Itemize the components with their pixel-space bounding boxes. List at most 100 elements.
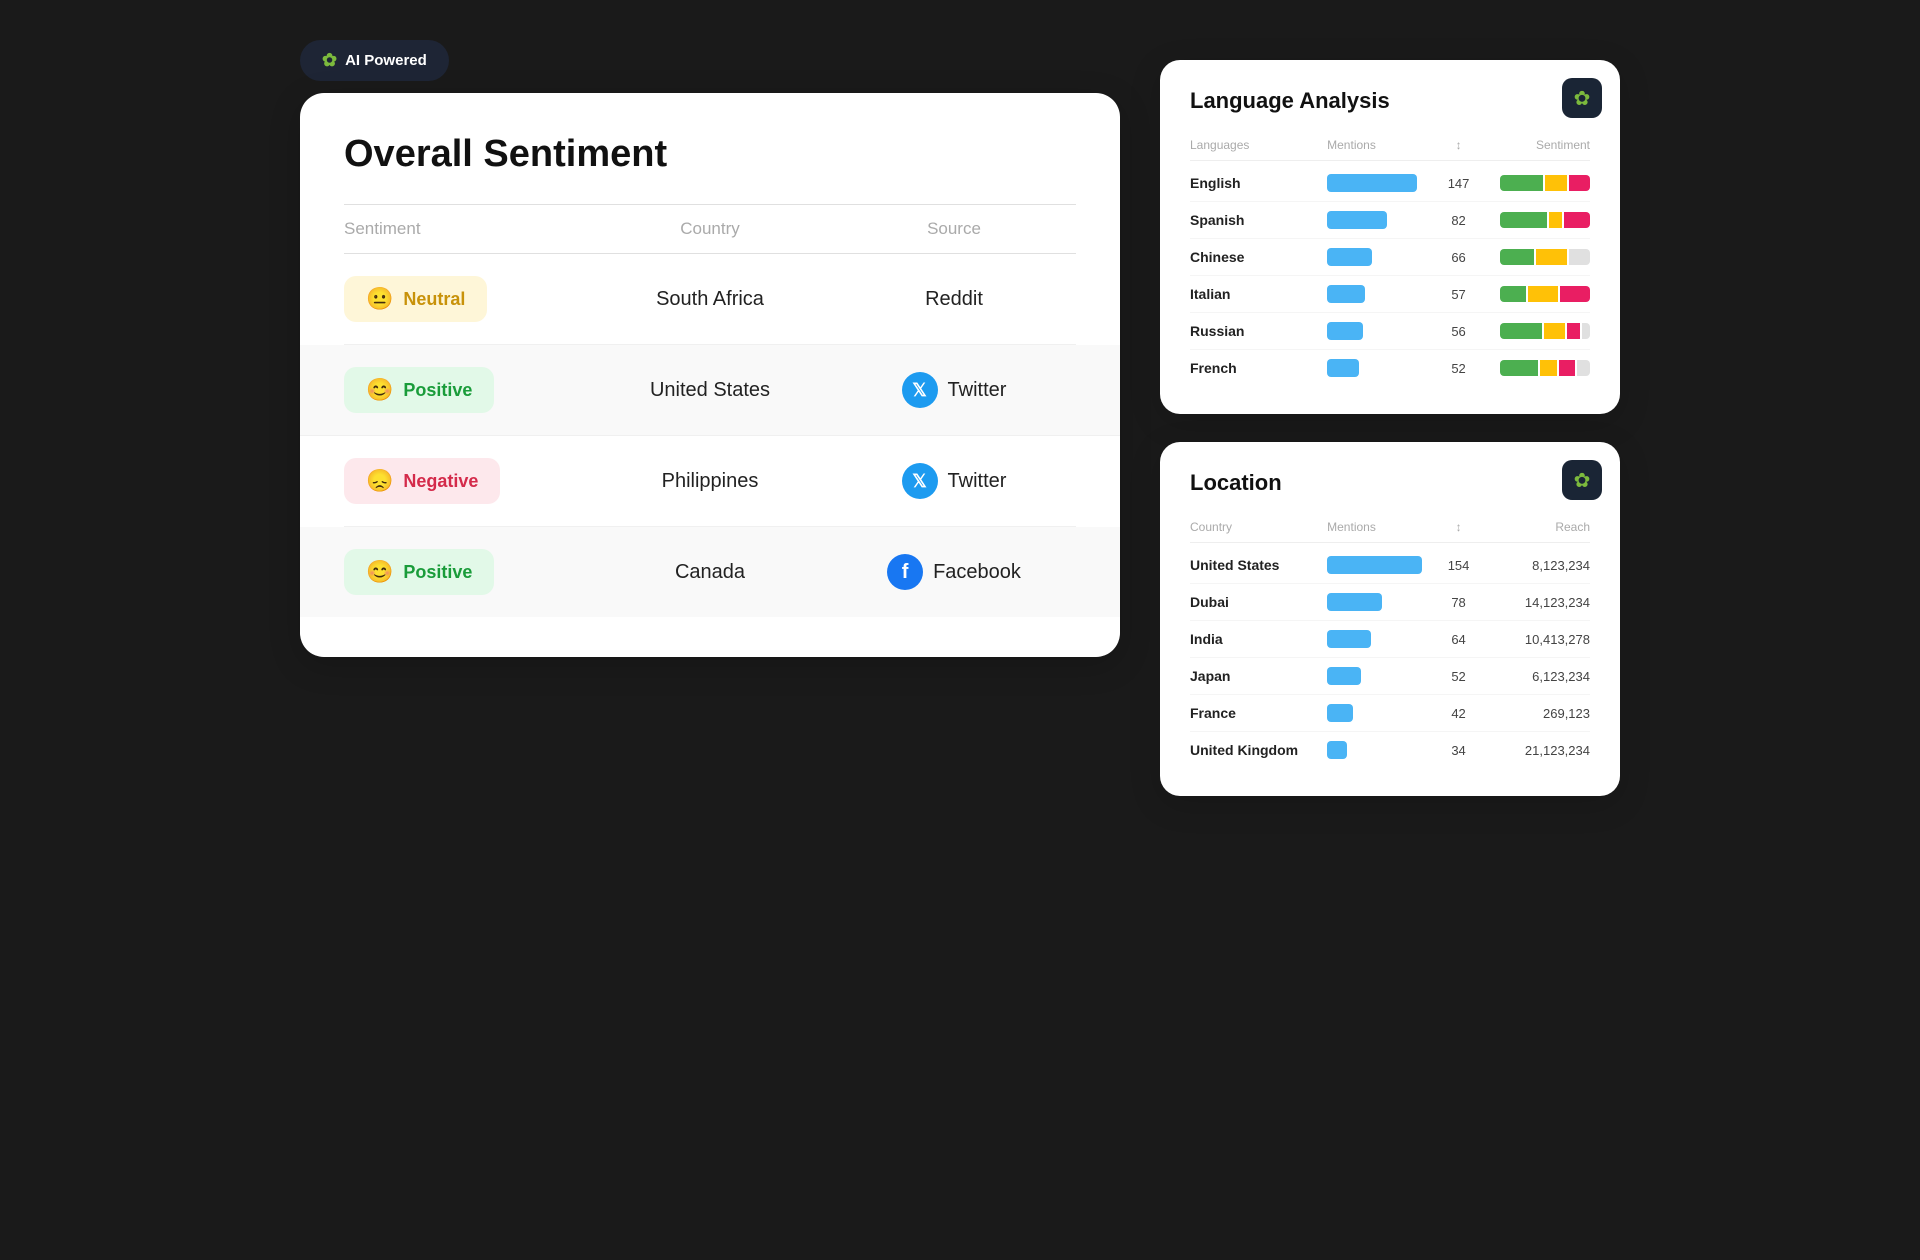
- location-bar: [1327, 667, 1441, 685]
- language-analysis-header: Languages Mentions ↕ Sentiment: [1190, 130, 1590, 161]
- mention-count: 64: [1441, 632, 1475, 647]
- mention-count: 57: [1441, 287, 1475, 302]
- location-country: India: [1190, 631, 1327, 647]
- sentiment-cell: 😊 Positive: [344, 367, 588, 413]
- mention-count: 52: [1441, 669, 1475, 684]
- language-row: Chinese 66: [1190, 239, 1590, 276]
- location-bar: [1327, 704, 1441, 722]
- sentiment-bars: [1476, 360, 1590, 376]
- facebook-icon: f: [887, 554, 923, 590]
- ai-badge-icon: ✿: [322, 50, 337, 71]
- language-analysis-card: ✿ Language Analysis Languages Mentions ↕…: [1160, 60, 1620, 414]
- sentiment-badge-neutral: 😐 Neutral: [344, 276, 487, 322]
- language-name: Chinese: [1190, 249, 1327, 265]
- location-country: United Kingdom: [1190, 742, 1327, 758]
- bar-fill: [1327, 741, 1347, 759]
- source-cell: 𝕏 Twitter: [832, 463, 1076, 499]
- location-row: Dubai 78 14,123,234: [1190, 584, 1590, 621]
- location-bar: [1327, 556, 1441, 574]
- sentiment-label: Negative: [403, 471, 478, 492]
- country-cell: South Africa: [588, 288, 832, 311]
- reach-value: 269,123: [1476, 706, 1590, 721]
- bar-fill: [1327, 630, 1371, 648]
- location-card: ✿ Location Country Mentions ↕ Reach Unit…: [1160, 442, 1620, 796]
- sentiment-label: Positive: [403, 380, 472, 401]
- location-country: Dubai: [1190, 594, 1327, 610]
- bar-fill: [1327, 593, 1382, 611]
- location-row: United Kingdom 34 21,123,234: [1190, 732, 1590, 768]
- language-bar: [1327, 211, 1441, 229]
- location-country: United States: [1190, 557, 1327, 573]
- sentiment-table-header: Sentiment Country Source: [344, 204, 1076, 254]
- language-bar: [1327, 174, 1441, 192]
- country-cell: Philippines: [588, 470, 832, 493]
- overall-sentiment-title: Overall Sentiment: [344, 133, 1076, 176]
- language-row: English 147: [1190, 165, 1590, 202]
- lang-header-language: Languages: [1190, 138, 1327, 152]
- overall-sentiment-card: Overall Sentiment Sentiment Country Sour…: [300, 93, 1120, 657]
- bar-fill: [1327, 322, 1363, 340]
- sentiment-cell: 😞 Negative: [344, 458, 588, 504]
- sentiment-bars: [1476, 323, 1590, 339]
- language-bar: [1327, 285, 1441, 303]
- bar-fill: [1327, 359, 1359, 377]
- sentiment-label: Positive: [403, 562, 472, 583]
- location-row: France 42 269,123: [1190, 695, 1590, 732]
- language-name: French: [1190, 360, 1327, 376]
- twitter-icon: 𝕏: [902, 372, 938, 408]
- language-name: English: [1190, 175, 1327, 191]
- language-name: Spanish: [1190, 212, 1327, 228]
- language-bar: [1327, 248, 1441, 266]
- language-row: French 52: [1190, 350, 1590, 386]
- bar-fill: [1327, 667, 1361, 685]
- language-name: Italian: [1190, 286, 1327, 302]
- mention-count: 34: [1441, 743, 1475, 758]
- bar-fill: [1327, 248, 1372, 266]
- positive-icon: 😊: [366, 377, 393, 403]
- mention-count: 78: [1441, 595, 1475, 610]
- mention-count: 147: [1441, 176, 1475, 191]
- loc-header-reach: Reach: [1476, 520, 1590, 534]
- sentiment-cell: 😐 Neutral: [344, 276, 588, 322]
- loc-header-country: Country: [1190, 520, 1327, 534]
- reach-value: 10,413,278: [1476, 632, 1590, 647]
- header-source: Source: [832, 219, 1076, 239]
- mention-count: 154: [1441, 558, 1475, 573]
- loc-header-mentions: Mentions: [1327, 520, 1441, 534]
- bar-fill: [1327, 704, 1353, 722]
- table-row: 😊 Positive United States 𝕏 Twitter: [300, 345, 1120, 436]
- mention-count: 56: [1441, 324, 1475, 339]
- location-row: India 64 10,413,278: [1190, 621, 1590, 658]
- sentiment-cell: 😊 Positive: [344, 549, 588, 595]
- twitter-icon: 𝕏: [902, 463, 938, 499]
- language-bar: [1327, 322, 1441, 340]
- table-row: 😊 Positive Canada f Facebook: [300, 527, 1120, 617]
- source-cell: f Facebook: [832, 554, 1076, 590]
- source-cell: Reddit: [832, 288, 1076, 311]
- source-cell: 𝕏 Twitter: [832, 372, 1076, 408]
- sentiment-bars: [1476, 286, 1590, 302]
- mention-count: 42: [1441, 706, 1475, 721]
- ai-badge: ✿ AI Powered: [300, 40, 449, 81]
- sentiment-badge-positive: 😊 Positive: [344, 549, 494, 595]
- mention-count: 66: [1441, 250, 1475, 265]
- lang-header-sentiment: Sentiment: [1476, 138, 1590, 152]
- country-cell: Canada: [588, 561, 832, 584]
- location-country: France: [1190, 705, 1327, 721]
- bar-fill: [1327, 285, 1365, 303]
- language-row: Spanish 82: [1190, 202, 1590, 239]
- sentiment-bars: [1476, 249, 1590, 265]
- language-row: Italian 57: [1190, 276, 1590, 313]
- card-logo-language: ✿: [1562, 78, 1602, 118]
- bar-fill: [1327, 174, 1417, 192]
- reach-value: 21,123,234: [1476, 743, 1590, 758]
- loc-header-sort: ↕: [1441, 520, 1475, 534]
- neutral-icon: 😐: [366, 286, 393, 312]
- negative-icon: 😞: [366, 468, 393, 494]
- ai-badge-label: AI Powered: [345, 52, 427, 69]
- table-row: 😐 Neutral South Africa Reddit: [344, 254, 1076, 345]
- header-country: Country: [588, 219, 832, 239]
- location-bar: [1327, 630, 1441, 648]
- location-analysis-header: Country Mentions ↕ Reach: [1190, 512, 1590, 543]
- location-title: Location: [1190, 470, 1590, 496]
